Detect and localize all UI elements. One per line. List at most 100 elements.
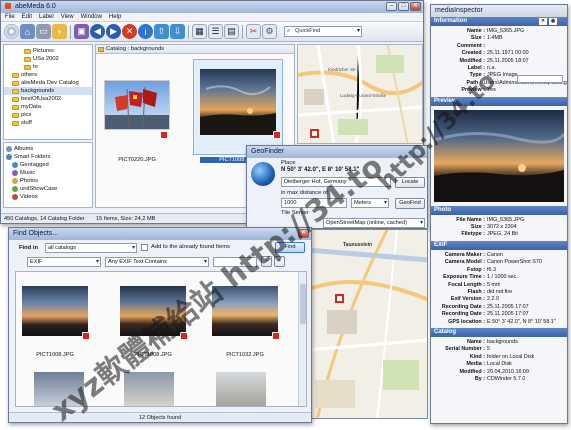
import-icon[interactable]: ⇩ <box>170 24 185 39</box>
property-value: f6.3 <box>487 266 496 273</box>
information-title: Information <box>434 18 467 24</box>
tree-item[interactable]: backgrounds <box>4 87 92 95</box>
property-key: Fstop : <box>467 266 485 273</box>
forward-icon[interactable]: ▶ <box>106 24 121 39</box>
tree-item[interactable]: others <box>4 71 92 79</box>
smart-folder-item[interactable]: unitShowCase <box>4 185 92 193</box>
status-catalogs: 450 Catalogs, 14 Catalog Folder <box>4 216 85 222</box>
cd-icon[interactable] <box>4 24 19 39</box>
info-icon[interactable]: i <box>138 24 153 39</box>
scrollbar-thumb[interactable] <box>300 284 306 324</box>
thumbnail-photo-selected[interactable] <box>200 69 276 135</box>
tree-item[interactable]: pics <box>4 111 92 119</box>
find-titlebar[interactable]: Find Objects... ✕ <box>9 228 311 240</box>
add-found-checkbox[interactable] <box>141 244 148 251</box>
filter-value-field[interactable] <box>213 257 257 267</box>
grid-view-icon[interactable]: ▦ <box>192 24 207 39</box>
drive-icon[interactable]: ▭ <box>36 24 51 39</box>
thumbnail-photo[interactable] <box>104 80 170 130</box>
smart-folder-item[interactable]: Smart Folders <box>4 153 92 161</box>
pin-icon[interactable]: ◉ <box>549 18 557 25</box>
preview-header[interactable]: Preview <box>431 96 567 106</box>
property-value: E 50° 3' 42.0", N 8° 10' 58.1" <box>487 318 556 325</box>
property-row: Created :25.11.1971 00:00 <box>431 50 567 57</box>
filter-category-select[interactable]: EXIF <box>27 257 101 267</box>
map-pin-icon[interactable] <box>335 294 344 303</box>
close-button[interactable]: ✕ <box>410 2 421 11</box>
stop-icon[interactable]: ✕ <box>122 24 137 39</box>
result-photo[interactable] <box>124 372 174 406</box>
settings-icon[interactable]: ⚙ <box>262 24 277 39</box>
close-icon[interactable]: ✕ <box>539 18 547 25</box>
tree-item[interactable]: bestOfUsa2002 <box>4 95 92 103</box>
property-value: 5 mm <box>487 281 501 288</box>
folder-add-icon[interactable]: + <box>52 24 67 39</box>
exif-header[interactable]: EXIF <box>431 240 567 250</box>
information-list: Name : IMG_5365.JPG Size :1.4MB Comment : Cr… <box>431 26 567 97</box>
map-pin-icon[interactable] <box>310 129 319 138</box>
map-view[interactable]: Kiedricher Str. Ludwig-Kurand-Straße <box>297 44 423 144</box>
back-icon[interactable]: ◀ <box>90 24 105 39</box>
information-header[interactable]: Information ✕ ◉ <box>431 17 567 26</box>
minimize-button[interactable]: – <box>386 2 397 11</box>
inspector-titlebar[interactable]: mediaInspector <box>431 5 567 17</box>
geofind-button[interactable]: GeoFind <box>395 198 425 209</box>
smart-folder-item[interactable]: Albums <box>4 145 92 153</box>
result-photo[interactable] <box>34 372 84 406</box>
menu-help[interactable]: Help <box>109 13 121 21</box>
catalog-icon[interactable]: ▣ <box>74 24 89 39</box>
range-field[interactable]: 1000 <box>281 198 347 208</box>
network-icon[interactable]: ⌂ <box>20 24 35 39</box>
filter-field-select[interactable]: Any EXIF Text Contains <box>105 257 209 267</box>
property-value: 2.2.0 <box>487 296 499 303</box>
smart-folder-label: Music <box>20 170 36 176</box>
tree-item[interactable]: stuff <box>4 119 92 127</box>
locate-button[interactable]: Locate <box>395 177 425 188</box>
menu-label[interactable]: Label <box>39 13 54 21</box>
smart-folder-item[interactable]: Photos <box>4 177 92 185</box>
results-scrollbar[interactable] <box>298 272 306 406</box>
result-photo[interactable] <box>120 286 186 336</box>
smart-folder-item[interactable]: Geotagged <box>4 161 92 169</box>
detail-view-icon[interactable]: ▤ <box>224 24 239 39</box>
photo-header[interactable]: Photo <box>431 205 567 215</box>
remove-filter-button[interactable]: – <box>261 256 272 267</box>
find-button[interactable]: Find <box>275 242 305 253</box>
property-row: Preview : Yes <box>431 87 567 94</box>
maximize-button[interactable]: □ <box>398 2 409 11</box>
label-select[interactable] <box>517 75 563 83</box>
find-in-select[interactable]: all catalogs <box>45 243 137 253</box>
main-titlebar[interactable]: abeMeda 6.0 – □ ✕ <box>1 1 423 13</box>
tree-item[interactable]: abeMeda Dev Catalog <box>4 79 92 87</box>
unit-select[interactable]: Meters <box>351 198 389 208</box>
menu-file[interactable]: File <box>5 13 15 21</box>
close-button[interactable]: ✕ <box>298 229 309 238</box>
tile-server-select[interactable]: OpenStreetMap (online, cached) <box>323 218 425 228</box>
tree-item[interactable]: hr <box>4 63 92 71</box>
address-field[interactable]: Dietberger Hof, Germany <box>281 177 391 187</box>
menu-view[interactable]: View <box>61 13 74 21</box>
export-icon[interactable]: ⇧ <box>154 24 169 39</box>
smart-folder-label: Geotagged <box>20 162 49 168</box>
result-photo[interactable] <box>22 286 88 336</box>
list-view-icon[interactable]: ☰ <box>208 24 223 39</box>
quickfind-field[interactable]: ⌕ QuickFind ▾ <box>284 26 362 37</box>
tree-item[interactable]: myData <box>4 103 92 111</box>
geofinder-titlebar[interactable]: GeoFinder <box>247 146 427 158</box>
tools-icon[interactable]: ✂ <box>246 24 261 39</box>
quickfind-dropdown-icon[interactable]: ▾ <box>357 27 360 36</box>
geofinder-map[interactable]: Taunusstein <box>306 229 428 419</box>
result-photo[interactable] <box>212 286 278 336</box>
tree-item[interactable]: USa 2002 <box>4 55 92 63</box>
catalog-header[interactable]: Catalog <box>431 327 567 337</box>
smart-folder-item[interactable]: Videos <box>4 193 92 201</box>
menu-edit[interactable]: Edit <box>22 13 32 21</box>
menu-window[interactable]: Window <box>81 13 102 21</box>
result-caption: PICT1008.JPG <box>36 352 74 358</box>
smart-folder-item[interactable]: Music <box>4 169 92 177</box>
search-icon: ⌕ <box>287 28 291 34</box>
tree-item[interactable]: Pictures <box>4 47 92 55</box>
property-key: Focal Length : <box>448 281 485 288</box>
result-photo[interactable] <box>216 372 266 406</box>
add-filter-button[interactable]: + <box>274 256 285 267</box>
